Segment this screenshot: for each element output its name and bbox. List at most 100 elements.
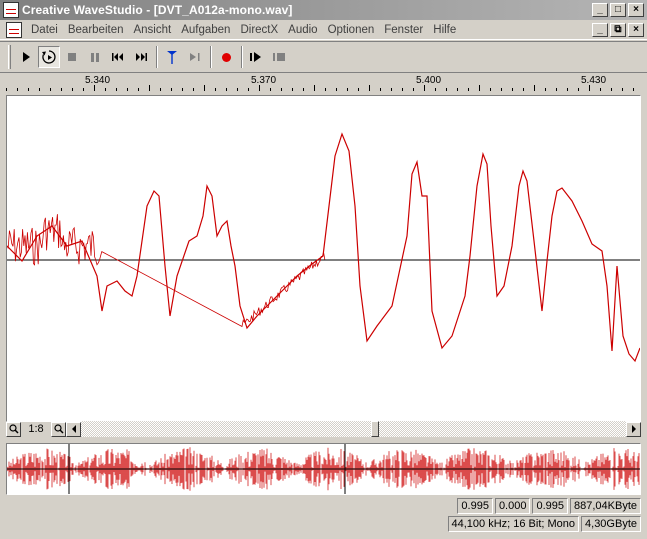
- ruler-tick: [457, 88, 458, 91]
- insert-marker-icon[interactable]: [161, 46, 183, 68]
- ruler-tick: [160, 88, 161, 91]
- ruler-tick: [50, 88, 51, 91]
- transport-toolbar: [0, 41, 647, 73]
- pause-icon[interactable]: [84, 46, 106, 68]
- waveform-trace: [6, 132, 641, 363]
- ruler-tick: [105, 88, 106, 91]
- ruler-tick: [523, 88, 524, 91]
- ruler-tick: [28, 88, 29, 91]
- menu-directx[interactable]: DirectX: [235, 24, 283, 36]
- minimize-button[interactable]: _: [592, 3, 608, 17]
- selection-end: 0.995: [532, 498, 568, 514]
- play-selection-icon[interactable]: [246, 46, 268, 68]
- ruler-tick: [6, 88, 7, 91]
- ruler-tick: [215, 88, 216, 91]
- stop-icon[interactable]: [61, 46, 83, 68]
- menu-ansicht[interactable]: Ansicht: [128, 24, 176, 36]
- ruler-tick: [248, 88, 249, 91]
- ruler-tick: [61, 88, 62, 91]
- ruler-label: 5.430: [581, 75, 607, 86]
- overview-graph: [6, 444, 640, 494]
- app-icon[interactable]: [3, 2, 19, 18]
- toolbar-separator: [156, 46, 158, 68]
- ruler-tick: [589, 85, 590, 91]
- ruler-tick: [303, 88, 304, 91]
- doc-minimize-button[interactable]: _: [592, 23, 608, 37]
- menu-aufgaben[interactable]: Aufgaben: [176, 24, 235, 36]
- ruler-tick: [127, 88, 128, 91]
- record-icon[interactable]: [215, 46, 237, 68]
- ruler-tick: [567, 88, 568, 91]
- time-ruler[interactable]: 5.340 5.370 5.400 5.430: [6, 74, 641, 94]
- maximize-button[interactable]: □: [610, 3, 626, 17]
- menu-fenster[interactable]: Fenster: [379, 24, 428, 36]
- ruler-tick: [94, 85, 95, 91]
- ruler-label: 5.400: [416, 75, 442, 86]
- close-button[interactable]: ×: [628, 3, 644, 17]
- zoom-level: 1:8: [28, 423, 44, 435]
- doc-restore-button[interactable]: ⧉: [610, 23, 626, 37]
- play-loop-icon[interactable]: [38, 46, 60, 68]
- audio-format: 44,100 kHz; 16 Bit; Mono: [447, 516, 580, 532]
- menu-bearbeiten[interactable]: Bearbeiten: [63, 24, 129, 36]
- ruler-tick: [391, 88, 392, 91]
- ruler-tick: [292, 88, 293, 91]
- skip-forward-icon[interactable]: [130, 46, 152, 68]
- zoom-out-icon[interactable]: [6, 421, 21, 437]
- ruler-tick: [314, 85, 315, 91]
- ruler-tick: [380, 88, 381, 91]
- ruler-tick: [325, 88, 326, 91]
- doc-close-button[interactable]: ×: [628, 23, 644, 37]
- menu-hilfe[interactable]: Hilfe: [428, 24, 461, 36]
- horizontal-scroll-track[interactable]: [81, 421, 626, 437]
- stop-selection-icon[interactable]: [269, 46, 291, 68]
- ruler-tick: [17, 88, 18, 91]
- selection-start: 0.995: [457, 498, 493, 514]
- ruler-tick: [512, 88, 513, 91]
- ruler-tick: [149, 85, 150, 91]
- menu-audio[interactable]: Audio: [283, 24, 322, 36]
- menu-datei[interactable]: Datei: [26, 24, 63, 36]
- toolbar-separator: [210, 46, 212, 68]
- toolbar-grip[interactable]: [8, 45, 11, 69]
- play-icon[interactable]: [15, 46, 37, 68]
- waveform-graph: [6, 132, 641, 363]
- ruler-label: 5.370: [251, 75, 277, 86]
- ruler-tick: [402, 88, 403, 91]
- ruler-tick: [545, 88, 546, 91]
- ruler-tick: [446, 88, 447, 91]
- scroll-thumb[interactable]: [371, 421, 379, 437]
- play-to-end-icon[interactable]: [184, 46, 206, 68]
- ruler-tick: [369, 85, 370, 91]
- selection-length: 0.000: [494, 498, 531, 514]
- ruler-tick: [633, 88, 634, 91]
- ruler-tick: [171, 88, 172, 91]
- ruler-tick: [413, 88, 414, 91]
- ruler-tick: [83, 88, 84, 91]
- ruler-tick: [281, 88, 282, 91]
- ruler-tick: [347, 88, 348, 91]
- waveform-view[interactable]: [6, 95, 641, 422]
- ruler-tick: [435, 88, 436, 91]
- window-controls: _ □ ×: [592, 3, 644, 17]
- scroll-left-button[interactable]: [66, 421, 81, 437]
- title-bar: Creative WaveStudio - [DVT_A012a-mono.wa…: [0, 0, 647, 20]
- menu-optionen[interactable]: Optionen: [323, 24, 380, 36]
- ruler-tick: [578, 88, 579, 91]
- ruler-tick: [479, 85, 480, 91]
- scroll-right-button[interactable]: [626, 421, 641, 437]
- zoom-scroll-bar: 1:8: [6, 421, 641, 437]
- ruler-tick: [358, 88, 359, 91]
- overview-waveform[interactable]: [6, 443, 641, 495]
- ruler-tick: [501, 88, 502, 91]
- document-icon[interactable]: [6, 21, 22, 38]
- ruler-tick: [193, 88, 194, 91]
- ruler-tick: [600, 88, 601, 91]
- ruler-tick: [611, 88, 612, 91]
- zoom-in-icon[interactable]: [51, 421, 66, 437]
- ruler-tick: [72, 88, 73, 91]
- skip-back-icon[interactable]: [107, 46, 129, 68]
- file-size: 887,04KByte: [570, 498, 641, 514]
- ruler-tick: [116, 88, 117, 91]
- ruler-tick: [39, 88, 40, 91]
